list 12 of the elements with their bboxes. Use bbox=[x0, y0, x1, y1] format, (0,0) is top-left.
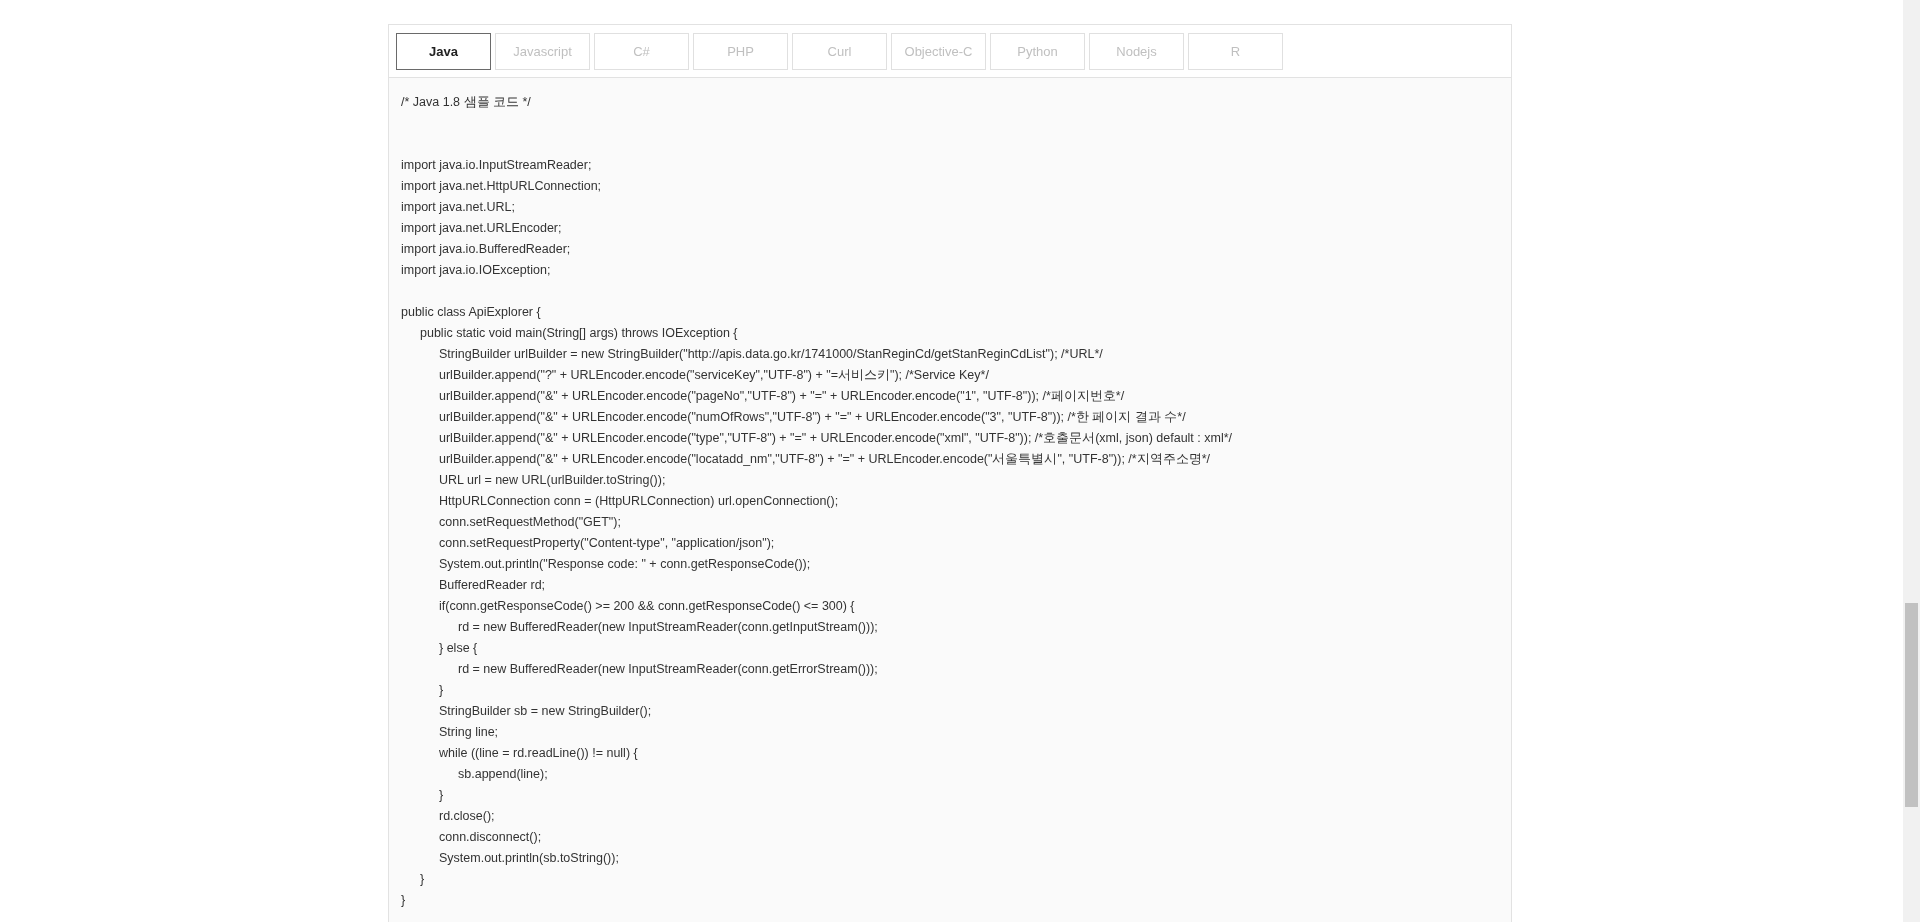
language-tab[interactable]: Nodejs bbox=[1089, 33, 1184, 70]
language-tab[interactable]: Python bbox=[990, 33, 1085, 70]
language-tab[interactable]: Curl bbox=[792, 33, 887, 70]
scrollbar[interactable] bbox=[1903, 0, 1920, 922]
scrollbar-thumb[interactable] bbox=[1905, 603, 1918, 807]
code-text: /* Java 1.8 샘플 코드 */ import java.io.InputStreamReader; import java.net.HttpURLConnection; import java.net.URL; import java.net.URLEncoder; import java.io.BufferedReader; import java.io.IOException; public class ApiExplorer { public static void main(String[] args) throws IOException { StringBuilder urlBuilder = new StringBuilder("http://apis.data.go.kr/1741000/StanReginCd/getStanReginCdList"); /*URL*/ urlBuilder.append("?" + URLEncoder.encode("serviceKey","UTF-8") + "=서비스키"); /*Service Key*/ urlBuilder.append("&" + URLEncoder.encode("pageNo","UTF-8") + "=" + URLEncoder.encode("1", "UTF-8")); /*페이지번호*/ urlBuilder.append("&" + URLEncoder.encode("numOfRows","UTF-8") + "=" + URLEncoder.encode("3", "UTF-8")); /*한 페이지 결과 수*/ urlBuilder.append("&" + URLEncoder.encode("type","UTF-8") + "=" + URLEncoder.encode("xml", "UTF-8")); /*호출문서(xml, json) default : xml*/ urlBuilder.append("&" + URLEncoder.encode("locatadd_nm","UTF-8") + "=" + URLEncoder.encode("서울특별시", "UTF-8")); /*지역주소명*/ URL url = new URL(urlBuilder.toString()); HttpURLConnection conn = (HttpURLConnection) url.openConnection(); conn.setRequestMethod("GET"); conn.setRequestProperty("Content-type", "application/json"); System.out.println("Response code: " + conn.getResponseCode()); BufferedReader rd; if(conn.getResponseCode() >= 200 && conn.getResponseCode() <= 300) { rd = new BufferedReader(new InputStreamReader(conn.getInputStream())); } else { rd = new BufferedReader(new InputStreamReader(conn.getErrorStream())); } StringBuilder sb = new StringBuilder(); String line; while ((line = rd.readLine()) != null) { sb.append(line); } rd.close(); conn.disconnect(); System.out.println(sb.toString()); } } bbox=[400, 94, 1234, 909]
language-tab[interactable]: Java bbox=[396, 33, 491, 70]
language-tab[interactable]: C# bbox=[594, 33, 689, 70]
language-tab[interactable]: Objective-C bbox=[891, 33, 986, 70]
language-tab[interactable]: R bbox=[1188, 33, 1283, 70]
language-tab[interactable]: Javascript bbox=[495, 33, 590, 70]
language-tab[interactable]: PHP bbox=[693, 33, 788, 70]
